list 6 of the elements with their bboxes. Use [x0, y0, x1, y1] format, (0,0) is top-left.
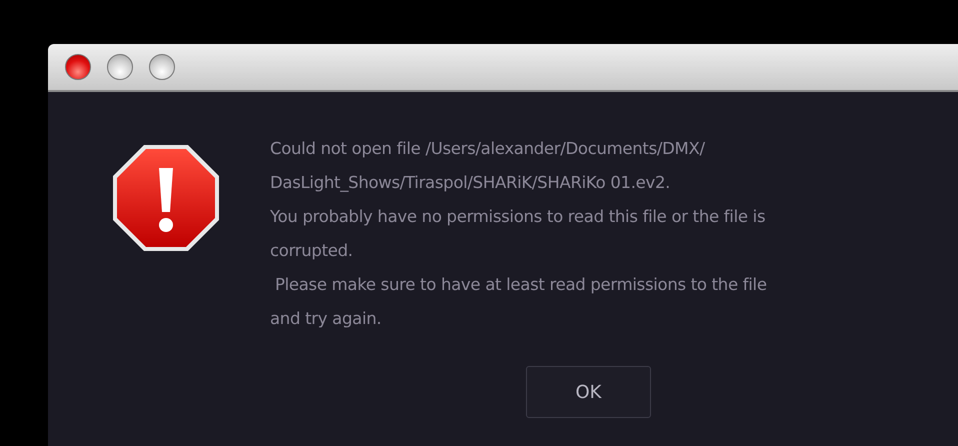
ok-button[interactable]: OK: [526, 366, 651, 418]
error-stop-icon: [112, 144, 220, 252]
error-message: Could not open file /Users/alexander/Documents/DMX/ DasLight_Shows/Tiraspol/SHARiK/SHARiKo 01.ev2. You probably have no permissions to read this file or the file is corrupted. Please make sure to have at least read permissions to the file and try again.: [270, 138, 767, 330]
close-button[interactable]: [65, 54, 91, 80]
zoom-button[interactable]: [149, 54, 175, 80]
minimize-button[interactable]: [107, 54, 133, 80]
